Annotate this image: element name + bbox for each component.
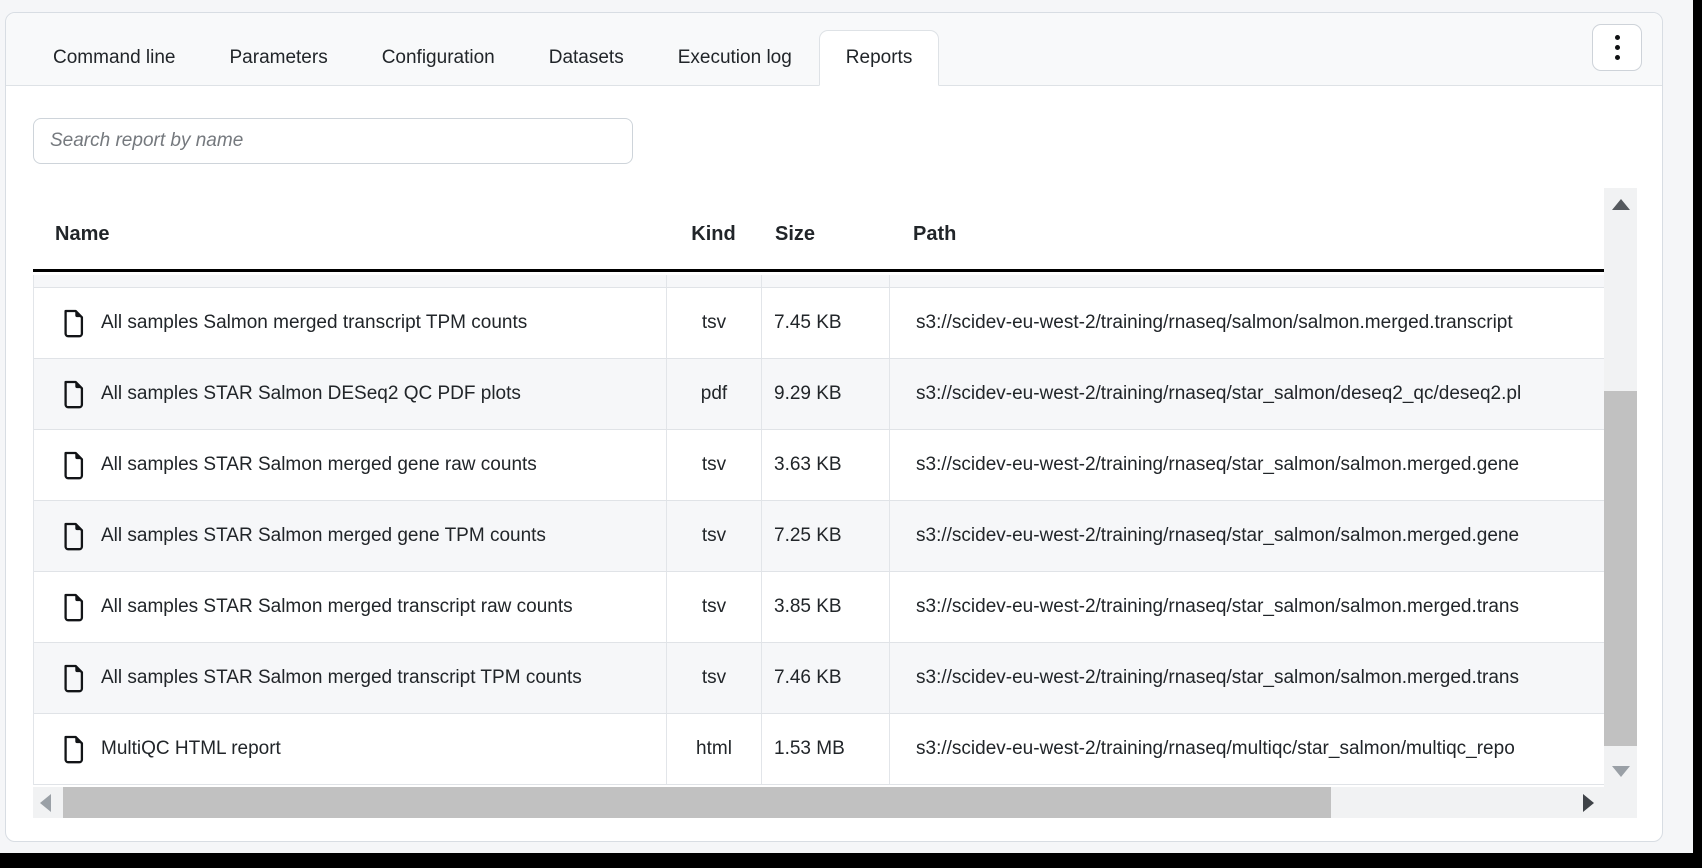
column-header-kind: Kind [666,209,761,246]
horizontal-scrollbar-thumb[interactable] [63,787,1331,818]
report-size: 3.85 KB [761,572,889,642]
kebab-menu-icon [1615,45,1620,50]
column-header-size: Size [761,209,889,246]
report-path: s3://scidev-eu-west-2/training/rnaseq/st… [889,572,1604,642]
file-icon [61,592,86,623]
kebab-menu-icon [1615,55,1620,60]
report-name: All samples STAR Salmon merged transcrip… [101,596,573,618]
file-icon [61,308,86,339]
report-path: s3://scidev-eu-west-2/training/rnaseq/st… [889,501,1604,571]
vertical-scrollbar-thumb[interactable] [1604,391,1637,746]
tab-list: Command line Parameters Configuration Da… [26,30,939,86]
table-row[interactable]: All samples Salmon merged transcript TPM… [34,288,1604,359]
tab-execution-log[interactable]: Execution log [651,30,819,86]
report-size: 7.45 KB [761,288,889,358]
report-path: s3://scidev-eu-west-2/training/rnaseq/st… [889,359,1604,429]
report-size: 1.53 MB [761,714,889,784]
table-row[interactable]: All samples STAR Salmon merged transcrip… [34,572,1604,643]
table-row[interactable]: All samples STAR Salmon merged transcrip… [34,643,1604,714]
scroll-left-arrow-icon[interactable] [40,794,51,812]
file-icon [61,521,86,552]
search-input[interactable] [33,118,633,164]
tab-bar: Command line Parameters Configuration Da… [6,13,1662,86]
reports-table: Name Kind Size Path [33,186,1637,818]
table-row[interactable]: All samples STAR Salmon merged gene raw … [34,430,1604,501]
app-window: Command line Parameters Configuration Da… [0,0,1693,853]
file-icon [61,663,86,694]
tab-reports[interactable]: Reports [819,30,940,86]
report-kind: pdf [666,359,761,429]
report-kind: tsv [666,572,761,642]
report-size: 7.46 KB [761,643,889,713]
report-name: All samples STAR Salmon merged gene raw … [101,454,537,476]
report-name: All samples STAR Salmon merged transcrip… [101,667,582,689]
scroll-right-arrow-icon[interactable] [1583,794,1594,812]
report-path: s3://scidev-eu-west-2/training/rnaseq/st… [889,430,1604,500]
kebab-menu-icon [1615,35,1620,40]
scroll-up-arrow-icon[interactable] [1612,199,1630,210]
tab-configuration[interactable]: Configuration [355,30,522,86]
report-kind: tsv [666,501,761,571]
report-path: s3://scidev-eu-west-2/training/rnaseq/sa… [889,288,1604,358]
report-path: s3://scidev-eu-west-2/training/rnaseq/mu… [889,714,1604,784]
report-size: 7.25 KB [761,501,889,571]
report-name: All samples STAR Salmon DESeq2 QC PDF pl… [101,383,521,405]
report-size: 3.63 KB [761,430,889,500]
report-kind: tsv [666,288,761,358]
column-header-path: Path [889,209,1604,246]
tab-command-line[interactable]: Command line [26,30,203,86]
file-icon [61,450,86,481]
report-name: All samples Salmon merged transcript TPM… [101,312,527,334]
table-row-partially-scrolled[interactable] [34,275,1604,288]
report-kind: tsv [666,643,761,713]
tab-parameters[interactable]: Parameters [203,30,355,86]
report-kind: tsv [666,430,761,500]
column-header-name: Name [33,209,666,246]
report-kind: html [666,714,761,784]
scrollbar-corner [1604,787,1637,818]
report-name: MultiQC HTML report [101,738,281,760]
vertical-scrollbar[interactable] [1604,188,1637,818]
horizontal-scrollbar[interactable] [33,787,1604,818]
report-name: All samples STAR Salmon merged gene TPM … [101,525,546,547]
table-header-row: Name Kind Size Path [33,186,1604,272]
tab-datasets[interactable]: Datasets [522,30,651,86]
report-path: s3://scidev-eu-west-2/training/rnaseq/st… [889,643,1604,713]
file-icon [61,734,86,765]
table-row[interactable]: MultiQC HTML report html 1.53 MB s3://sc… [34,714,1604,785]
file-icon [61,379,86,410]
run-details-panel: Command line Parameters Configuration Da… [5,12,1663,842]
scroll-down-arrow-icon[interactable] [1612,766,1630,777]
table-row[interactable]: All samples STAR Salmon merged gene TPM … [34,501,1604,572]
overflow-menu-button[interactable] [1592,24,1642,71]
report-size: 9.29 KB [761,359,889,429]
table-body: All samples Salmon merged transcript TPM… [33,275,1604,785]
table-row[interactable]: All samples STAR Salmon DESeq2 QC PDF pl… [34,359,1604,430]
